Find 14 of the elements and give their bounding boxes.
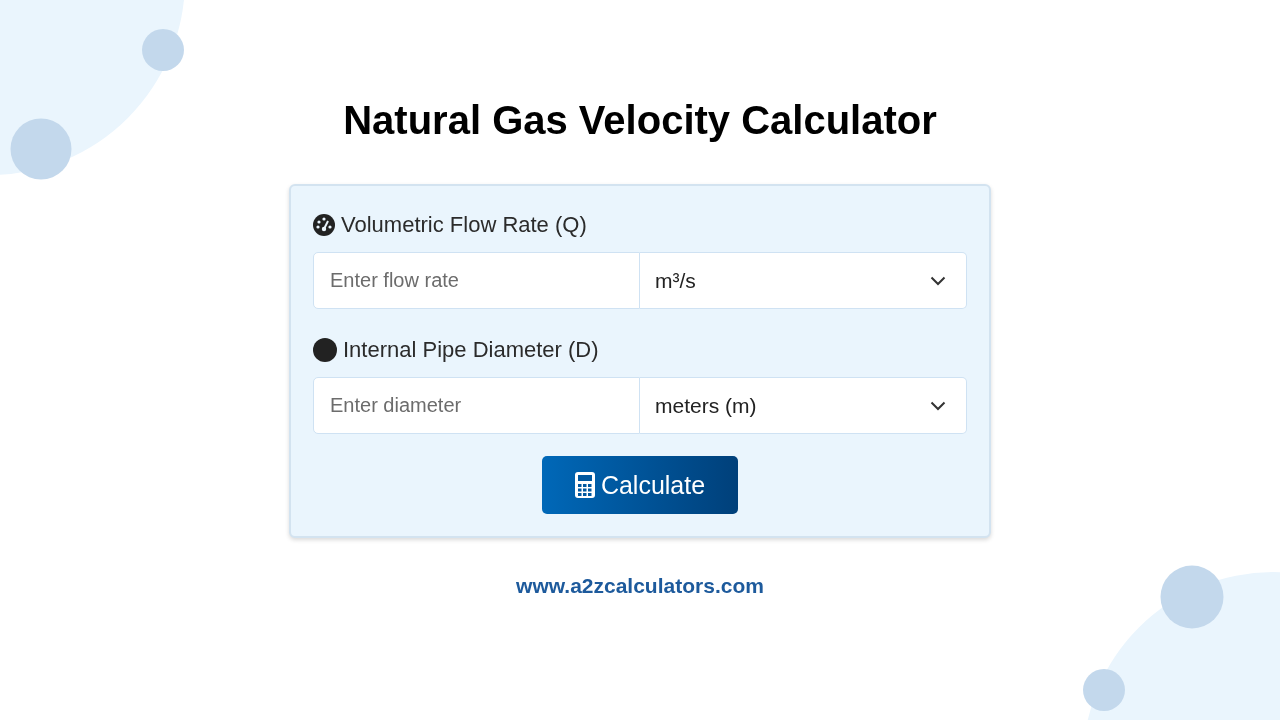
unit-dropdown[interactable]: meters (m) xyxy=(640,377,967,434)
chevron-down-icon xyxy=(930,275,946,286)
input-field[interactable]: Enter diameter xyxy=(313,377,640,434)
field-label: Internal Pipe Diameter (D) xyxy=(343,337,599,363)
page-title: Natural Gas Velocity Calculator xyxy=(343,97,937,144)
calculate-button[interactable]: Calculate xyxy=(542,456,738,514)
field-label: Volumetric Flow Rate (Q) xyxy=(341,212,587,238)
chevron-down-icon xyxy=(930,400,946,411)
website-link[interactable]: www.a2zcalculators.com xyxy=(516,574,764,598)
input-field[interactable]: Enter flow rate xyxy=(313,252,640,309)
unit-dropdown[interactable]: m³/s xyxy=(640,252,967,309)
circle-icon xyxy=(313,338,337,362)
gauge-icon xyxy=(313,214,335,236)
calculator-icon xyxy=(574,472,595,498)
